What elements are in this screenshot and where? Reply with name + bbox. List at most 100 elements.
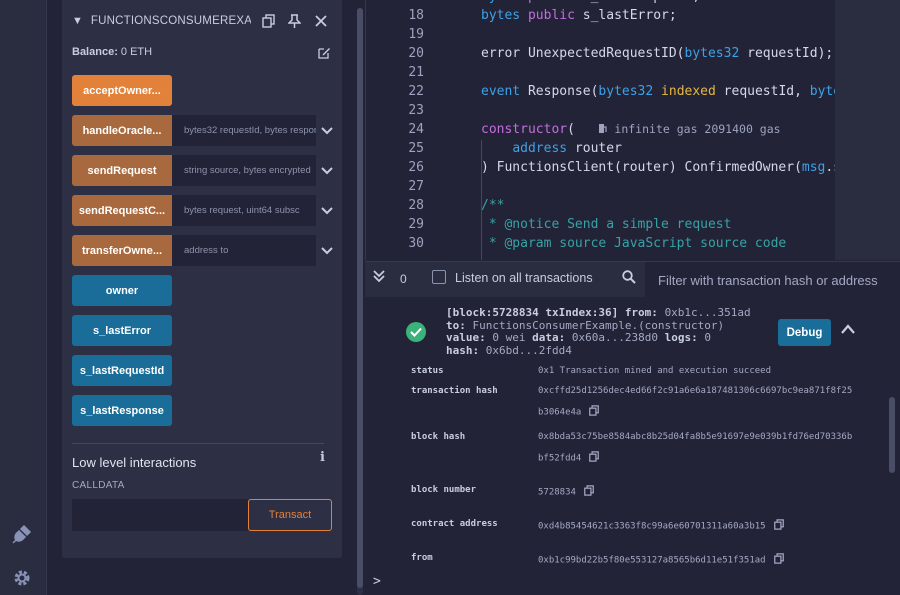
tx-detail-value: 0xcffd25d1256dec4ed66f2c91a6e6a187481306… [538, 386, 852, 396]
function-button[interactable]: owner [72, 275, 172, 306]
tx-to-label: to: [446, 318, 466, 332]
search-icon[interactable] [622, 270, 636, 289]
pending-tx-count: 0 [400, 272, 407, 286]
tx-detail-key: block number [411, 485, 477, 495]
expand-chevron-icon[interactable] [316, 195, 338, 226]
copy-icon[interactable] [584, 485, 594, 499]
calldata-label: CALLDATA [72, 480, 125, 491]
function-button[interactable]: acceptOwner... [72, 75, 172, 106]
code-text: ) FunctionsClient(router) ConfirmedOwner… [481, 160, 841, 175]
code-token: requestId, [715, 84, 810, 99]
tx-to: FunctionsConsumerExample.(constructor) [472, 318, 725, 332]
code-text: error UnexpectedRequestID(bytes32 reques… [481, 46, 833, 61]
info-icon[interactable]: i [320, 450, 325, 465]
settings-gear-icon[interactable] [10, 566, 34, 590]
function-row: owner [72, 275, 172, 306]
tx-detail-value-text: bf52fdd4 [538, 453, 582, 464]
code-line: 26 ) FunctionsClient(router) ConfirmedOwn… [366, 160, 841, 179]
copy-icon[interactable] [589, 405, 600, 419]
tx-detail-value-text: b3064e4a [538, 407, 582, 418]
code-token: ) FunctionsClient(router) ConfirmedOwner… [481, 160, 802, 175]
terminal-scrollbar[interactable] [889, 397, 895, 473]
function-params-input[interactable]: bytes32 requestId, bytes response [172, 115, 316, 146]
plugin-icon[interactable] [10, 522, 34, 546]
transact-button[interactable]: Transact [248, 499, 332, 531]
function-params-input[interactable]: address to [172, 235, 316, 266]
function-params-input[interactable]: bytes request, uint64 subsc [172, 195, 316, 226]
expand-chevron-icon[interactable] [316, 115, 338, 146]
activity-bar [0, 0, 47, 595]
code-line: 18 bytes public s_lastError; [366, 8, 836, 27]
code-token: error UnexpectedRequestID( [481, 46, 685, 61]
tx-value: 0 wei [492, 331, 526, 344]
tx-detail-value-continued: bf52fdd4 [538, 451, 600, 465]
code-line: 19 [366, 27, 836, 46]
expand-chevron-icon[interactable] [316, 235, 338, 266]
code-token: indexed [661, 84, 716, 99]
code-text: * @notice Send a simple request [481, 217, 732, 232]
scrollbar-thumb[interactable] [357, 8, 363, 588]
tx-detail-value: 5728834 [538, 485, 594, 499]
code-text: /** [481, 198, 504, 213]
gas-estimate: infinite gas 2091400 gas [598, 122, 781, 136]
line-number: 22 [408, 84, 424, 99]
double-chevron-down-icon[interactable] [372, 269, 386, 288]
copy-icon[interactable] [261, 13, 277, 29]
tx-detail-value: 0x8bda53c75be8584abc8b25d04fa8b5e91697e9… [538, 432, 852, 442]
function-params-input[interactable]: string source, bytes encrypted [172, 155, 316, 186]
tx-detail-value: 0xd4b85454621c3363f8c99a6e60701311a60a3b… [538, 519, 784, 533]
debug-button[interactable]: Debug [778, 319, 831, 346]
function-button[interactable]: handleOracle... [72, 115, 172, 146]
code-line: 27 [366, 179, 836, 198]
code-editor[interactable]: 17 bytes public s_lastResponse; 18 bytes pu… [365, 0, 841, 260]
line-number: 30 [408, 236, 424, 251]
edit-icon[interactable] [318, 46, 331, 64]
filter-input[interactable]: Filter with transaction hash or address [645, 262, 900, 298]
line-number: 26 [408, 160, 424, 175]
copy-icon[interactable] [773, 519, 784, 533]
tx-hash-label: hash: [446, 343, 480, 357]
tx-detail-value-text: 0xcffd25d1256dec4ed66f2c91a6e6a187481306… [538, 386, 853, 396]
tx-detail-value: 0xb1c99bd22b5f80e553127a8565b6d11e51f351… [538, 553, 784, 567]
tx-detail-value-text: 5728834 [538, 487, 576, 498]
tx-from: 0xb1c...351ad [664, 306, 751, 319]
calldata-input[interactable] [72, 499, 248, 531]
copy-icon[interactable] [773, 553, 784, 567]
code-token: ( [567, 122, 599, 137]
line-number: 20 [408, 46, 424, 61]
code-token: requestId); [739, 46, 834, 61]
copy-icon[interactable] [589, 451, 600, 465]
tx-value-label: value: [446, 331, 486, 344]
expand-chevron-icon[interactable] [316, 155, 338, 186]
line-number: 23 [408, 103, 424, 118]
code-token: bytes32 [684, 46, 740, 61]
side-panel-scrollbar[interactable] [357, 8, 363, 595]
terminal-prompt[interactable]: > [373, 574, 381, 589]
gas-pump-icon [599, 124, 608, 133]
instance-title: FUNCTIONSCONSUMEREXAMPL [90, 15, 251, 27]
function-button[interactable]: s_lastError [72, 315, 172, 346]
function-row: sendRequestC... bytes request, uint64 sub… [72, 195, 338, 226]
code-token: public [527, 8, 575, 23]
chevron-down-icon[interactable]: ▼ [72, 15, 83, 27]
function-button[interactable]: s_lastResponse [72, 395, 172, 426]
listen-label: Listen on all transactions [455, 271, 593, 285]
function-button[interactable]: sendRequest [72, 155, 172, 186]
function-button[interactable]: sendRequestC... [72, 195, 172, 226]
editor-minimap [835, 0, 900, 260]
code-token: constructor [481, 122, 568, 137]
balance-label: Balance: [72, 46, 118, 58]
pin-icon[interactable] [287, 13, 303, 29]
balance: Balance: 0 ETH [72, 46, 152, 58]
code-token: public [528, 0, 575, 4]
close-icon[interactable] [313, 13, 329, 29]
function-button[interactable]: transferOwne... [72, 235, 172, 266]
gas-text: infinite gas 2091400 gas [614, 122, 781, 136]
chevron-up-icon[interactable] [840, 322, 856, 340]
tx-summary[interactable]: [block:5728834 txIndex:36] from: 0xb1c..… [446, 306, 751, 357]
listen-checkbox[interactable] [432, 270, 446, 284]
function-button[interactable]: s_lastRequestId [72, 355, 172, 386]
low-level-title: Low level interactions [72, 455, 197, 470]
